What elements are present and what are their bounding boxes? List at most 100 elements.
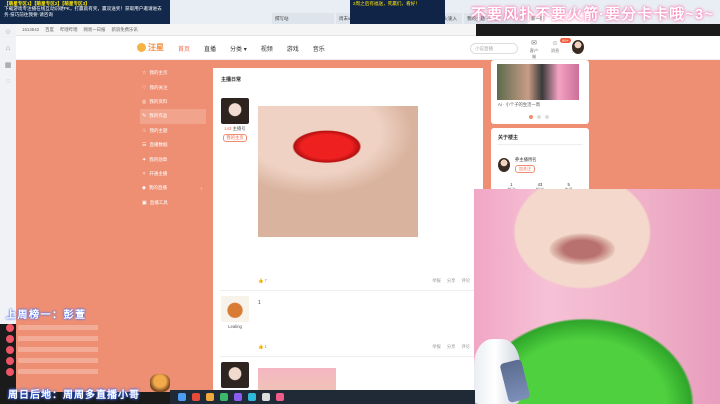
user-tag[interactable]: 我的主页 xyxy=(223,134,247,142)
weekly-rank-text: 上周榜一：彭萱 xyxy=(6,310,87,321)
carousel-dot[interactable] xyxy=(529,115,533,119)
rank-line xyxy=(18,347,98,352)
avatar[interactable] xyxy=(221,362,249,388)
message-button[interactable]: ☺ 消息 xyxy=(549,40,561,60)
home-icon[interactable]: ⌂ xyxy=(6,45,10,52)
nav-music[interactable]: 音乐 xyxy=(313,44,325,53)
nav-live[interactable]: 直播 xyxy=(204,44,216,53)
menu-item-3[interactable]: ◎ 我的资料 xyxy=(140,95,206,109)
video-caption[interactable]: Ai · 小个子的生活一周 xyxy=(498,102,540,108)
diamond-icon: ◆ xyxy=(142,185,146,192)
app-icon-orange[interactable] xyxy=(206,393,214,401)
video-thumbnail[interactable] xyxy=(497,64,579,100)
divider xyxy=(220,290,476,291)
client-label: 客户端 xyxy=(529,48,539,59)
divider xyxy=(220,356,476,357)
bookmark-1[interactable]: 百度 xyxy=(45,27,54,33)
message-label: 消息 xyxy=(550,48,560,53)
menu-label: 我的作品 xyxy=(149,113,168,119)
menu-item-1[interactable]: ☆ 我的主页 xyxy=(140,66,206,80)
menu-label: 我的勋章 xyxy=(149,156,168,162)
notification-badge: 99+ xyxy=(560,38,571,43)
pencil-icon: ✎ xyxy=(142,113,147,120)
nav-home[interactable]: 首页 xyxy=(178,44,190,53)
site-header: 汪星 首页 直播 分类 ▾ 视频 游戏 音乐 小说直播 ✉客户端 ☺消息 ♥关注… xyxy=(16,36,720,60)
owner-avatar[interactable] xyxy=(498,158,510,172)
report-link[interactable]: 举报 xyxy=(432,278,441,284)
logo-text: 汪星 xyxy=(148,43,164,52)
chat-icon[interactable]: ◌ xyxy=(6,78,10,85)
app-icon-red[interactable] xyxy=(192,393,200,401)
site-logo[interactable]: 汪星 xyxy=(137,42,164,53)
rank-row xyxy=(6,366,126,377)
browser-tab-1[interactable]: 撰写站 xyxy=(272,13,334,24)
menu-item-4[interactable]: ✎ 我的作品 xyxy=(140,109,206,124)
carousel-dots xyxy=(529,115,549,119)
menu-item-8[interactable]: ✧ 开通主播 xyxy=(140,167,206,181)
grid-icon[interactable]: ▦ xyxy=(5,61,12,69)
menu-item-2[interactable]: ♡ 我的关注 xyxy=(140,80,206,94)
report-link[interactable]: 举报 xyxy=(432,344,441,350)
nav-video[interactable]: 视频 xyxy=(261,44,273,53)
url-text[interactable]: 1614542 xyxy=(22,27,39,32)
menu-item-10[interactable]: ▣ 直播工具 xyxy=(140,196,206,210)
star-icon[interactable]: ☆ xyxy=(5,28,11,36)
rank-row xyxy=(6,322,126,333)
rank-avatar xyxy=(6,323,14,332)
webcam-overlay xyxy=(474,189,720,404)
carousel-dot[interactable] xyxy=(537,115,541,119)
comment-link[interactable]: 评论 xyxy=(461,278,470,284)
share-link[interactable]: 分享 xyxy=(447,344,456,350)
like-number: 7 xyxy=(264,278,267,283)
bookmark-2[interactable]: 哔哩哔哩 xyxy=(60,27,78,33)
stream-title: 不要风扑不要火箭·要分卡卡哦~3~ xyxy=(471,6,714,23)
avatar[interactable] xyxy=(221,296,249,322)
user-name[interactable]: Lealing xyxy=(228,324,242,329)
carousel-dot[interactable] xyxy=(545,115,549,119)
post-author-3 xyxy=(220,362,250,390)
app-icon-pink[interactable] xyxy=(276,393,284,401)
user-level: Lv3 xyxy=(224,126,232,131)
heart-icon: ♡ xyxy=(142,84,147,91)
nav-game[interactable]: 游戏 xyxy=(287,44,299,53)
owner-follow-button[interactable]: 加关注 xyxy=(515,165,535,173)
like-number: 1 xyxy=(264,344,267,349)
avatar[interactable] xyxy=(221,98,249,124)
search-input[interactable]: 小说直播 xyxy=(470,43,518,54)
menu-label: 我的关注 xyxy=(149,84,168,90)
menu-item-7[interactable]: ✦ 我的勋章 xyxy=(140,152,206,166)
owner-name[interactable]: 养主播用名 xyxy=(515,157,536,163)
stream-screen: 【萌星专区1】【萌星专区2】【萌星专区3】 下载游戏专注播在线互动识硬PK，打赢… xyxy=(0,0,720,404)
club-icon: ♧ xyxy=(142,127,147,134)
like-count[interactable]: 👍 1 xyxy=(258,344,267,350)
app-icon-purple[interactable] xyxy=(234,393,242,401)
menu-item-6[interactable]: ☰ 直播数据 xyxy=(140,138,206,152)
comment-link[interactable]: 评论 xyxy=(461,344,470,350)
list-icon: ☰ xyxy=(142,142,147,149)
post-text: 1 xyxy=(258,300,261,306)
client-button[interactable]: ✉ 客户端 xyxy=(528,40,540,60)
start-icon[interactable] xyxy=(178,393,186,401)
bookmark-3[interactable]: 网易一日报 xyxy=(83,27,105,33)
post-author-1: Lv3 主播号 我的主页 xyxy=(220,98,250,142)
action-links: 举报 分享 评论 xyxy=(432,344,470,350)
medal-icon: ✦ xyxy=(142,156,147,163)
user-name[interactable]: 主播号 xyxy=(233,126,246,131)
app-icon-green[interactable] xyxy=(220,393,228,401)
post-image-lips[interactable] xyxy=(258,106,418,237)
rank-avatar xyxy=(6,334,14,343)
post-feed: 主播日常 Lv3 主播号 我的主页 👍 7 举报 分享 评论 Lealing 1… xyxy=(213,68,483,392)
app-icon-blue[interactable] xyxy=(248,393,256,401)
bookmark-4[interactable]: 新浪免费乐讯 xyxy=(111,27,137,33)
app-icon-gray[interactable] xyxy=(262,393,270,401)
menu-item-5[interactable]: ♧ 我的主题 xyxy=(140,124,206,138)
share-link[interactable]: 分享 xyxy=(447,278,456,284)
menu-item-9[interactable]: ◆ 我的直播 › xyxy=(140,181,206,195)
action-links: 举报 分享 评论 xyxy=(432,278,470,284)
user-avatar[interactable] xyxy=(572,40,584,54)
like-count[interactable]: 👍 7 xyxy=(258,278,267,284)
video-card: Ai · 小个子的生活一周 xyxy=(491,60,589,124)
rank-row xyxy=(6,333,126,344)
nav-category[interactable]: 分类 ▾ xyxy=(230,44,247,53)
post-image-portrait[interactable] xyxy=(258,368,336,392)
